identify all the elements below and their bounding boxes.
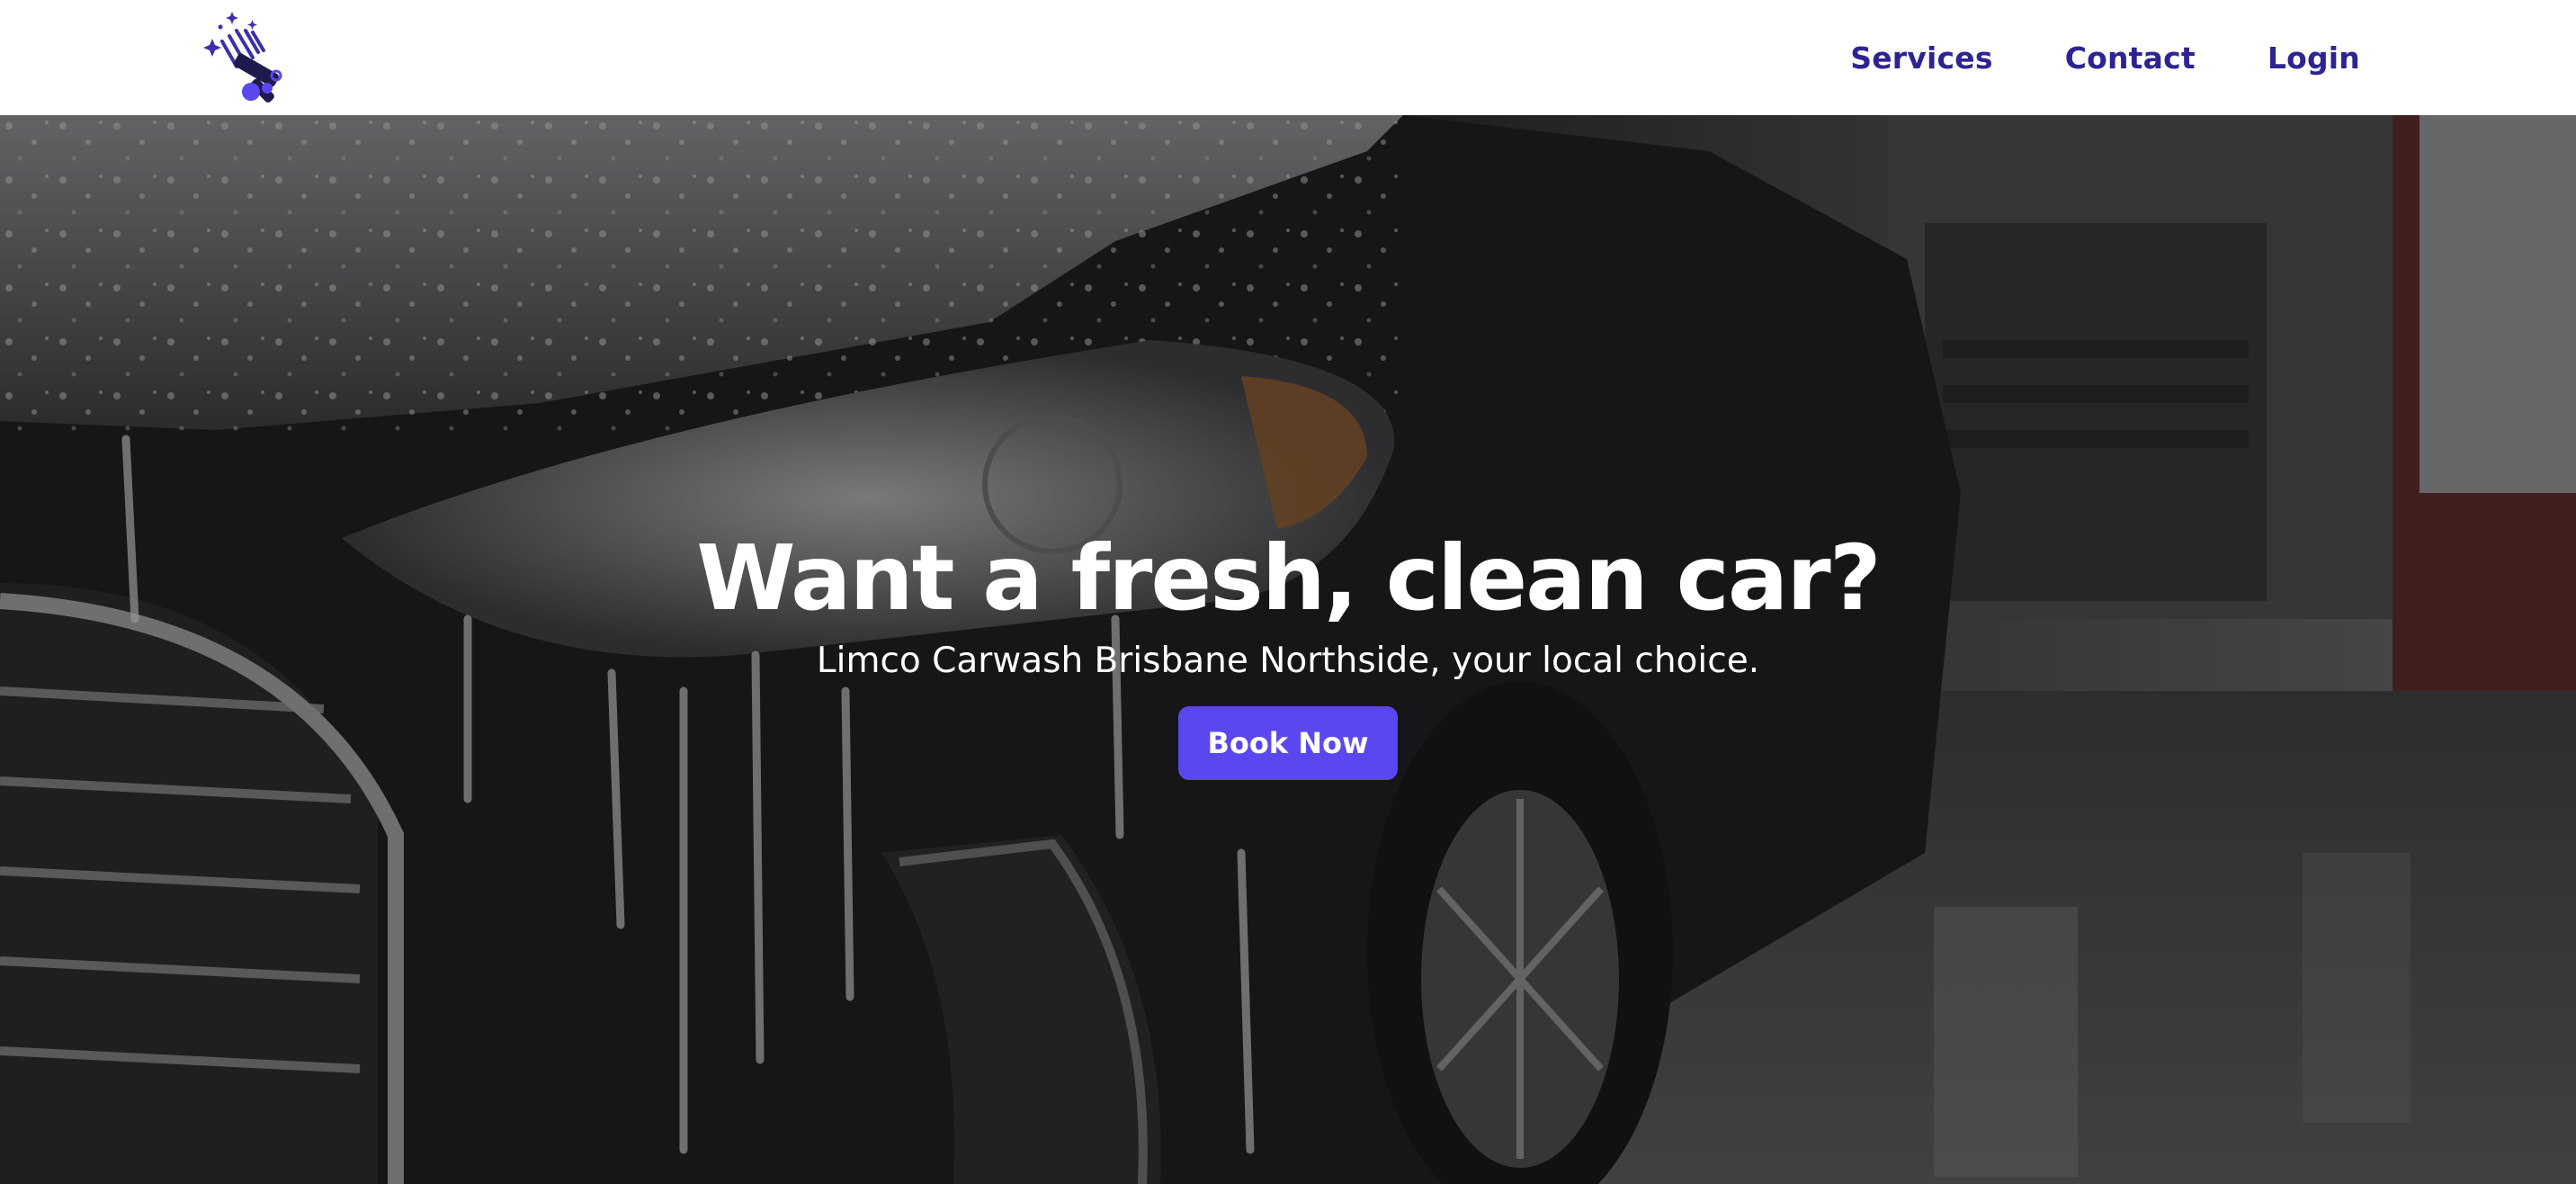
site-header: Services Contact Login xyxy=(0,0,2576,115)
main-nav: Services Contact Login xyxy=(1850,40,2360,76)
nav-link-contact[interactable]: Contact xyxy=(2065,40,2196,76)
book-now-button[interactable]: Book Now xyxy=(1178,706,1398,780)
squeegee-sparkle-icon xyxy=(203,12,282,103)
hero-subtitle: Limco Carwash Brisbane Northside, your l… xyxy=(816,641,1760,681)
hero-content: Want a fresh, clean car? Limco Carwash B… xyxy=(0,529,2576,780)
nav-link-login[interactable]: Login xyxy=(2267,40,2360,76)
logo[interactable] xyxy=(196,8,295,107)
hero-section: Want a fresh, clean car? Limco Carwash B… xyxy=(0,115,2576,1184)
nav-link-services[interactable]: Services xyxy=(1850,40,1992,76)
hero-title: Want a fresh, clean car? xyxy=(696,525,1881,631)
